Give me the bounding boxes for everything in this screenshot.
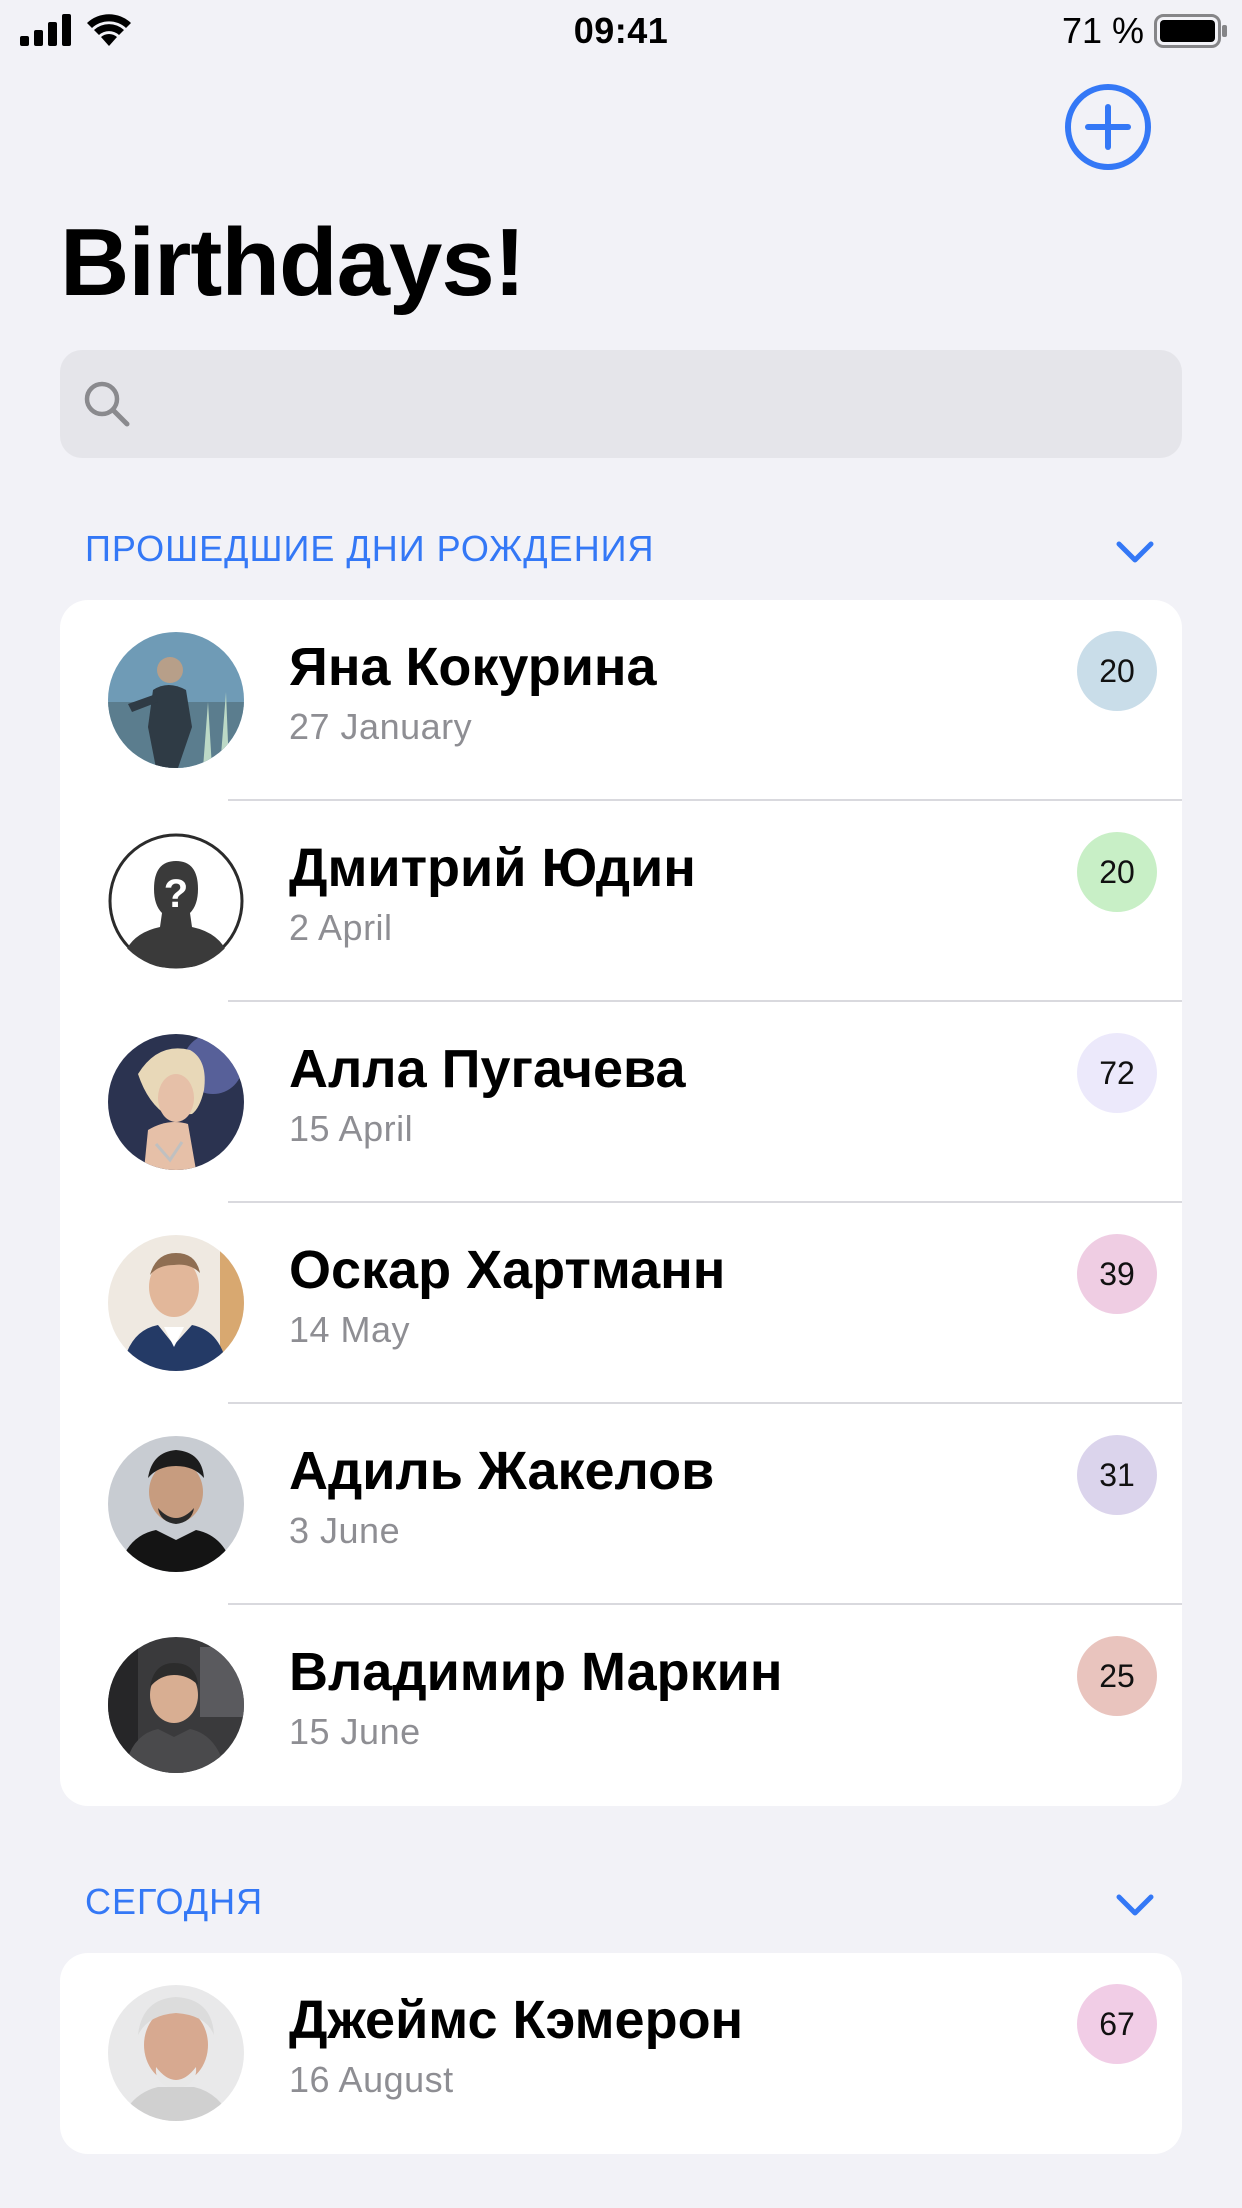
birthday-date: 15 April <box>289 1108 414 1149</box>
chevron-down-icon[interactable] <box>1113 1885 1157 1925</box>
list-item[interactable]: Оскар Хартманн 14 May 39 <box>60 1203 1182 1404</box>
contact-name: Оскар Хартманн <box>289 1240 726 1300</box>
avatar <box>108 1637 244 1773</box>
contact-name: Джеймс Кэмерон <box>289 1990 744 2050</box>
list-item[interactable]: Адиль Жакелов 3 June 31 <box>60 1404 1182 1605</box>
list-item[interactable]: Яна Кокурина 27 January 20 <box>60 600 1182 801</box>
age-badge: 72 <box>1077 1033 1157 1113</box>
contact-name: Адиль Жакелов <box>289 1441 715 1501</box>
page-title: Birthdays! <box>60 209 526 316</box>
contact-name: Яна Кокурина <box>289 637 657 697</box>
chevron-down-icon[interactable] <box>1113 532 1157 572</box>
section-header-today[interactable]: СЕГОДНЯ <box>85 1873 1157 1933</box>
list-item[interactable]: ? Дмитрий Юдин 2 April 20 <box>60 801 1182 1002</box>
contact-name: Владимир Маркин <box>289 1642 783 1702</box>
unknown-person-icon: ? <box>108 833 244 969</box>
section-title: ПРОШЕДШИЕ ДНИ РОЖДЕНИЯ <box>85 528 655 569</box>
avatar <box>108 632 244 768</box>
section-header-past[interactable]: ПРОШЕДШИЕ ДНИ РОЖДЕНИЯ <box>85 520 1157 580</box>
add-birthday-button[interactable] <box>1064 83 1152 171</box>
battery-icon <box>1154 14 1227 48</box>
contact-name: Алла Пугачева <box>289 1039 686 1099</box>
status-bar: 09:41 71 % <box>0 0 1242 62</box>
plus-circle-icon <box>1065 84 1151 170</box>
past-birthdays-list: Яна Кокурина 27 January 20 ? Дмитрий Юди… <box>60 600 1182 1806</box>
today-birthdays-list: Джеймс Кэмерон 16 August 67 <box>60 1953 1182 2154</box>
list-item[interactable]: Владимир Маркин 15 June 25 <box>60 1605 1182 1806</box>
birthday-date: 3 June <box>289 1510 401 1551</box>
search-icon <box>84 381 130 427</box>
status-time: 09:41 <box>573 10 669 51</box>
birthday-date: 16 August <box>289 2059 454 2100</box>
search-input[interactable] <box>148 350 1158 458</box>
list-item[interactable]: Джеймс Кэмерон 16 August 67 <box>60 1953 1182 2154</box>
avatar <box>108 1235 244 1371</box>
birthday-date: 15 June <box>289 1711 421 1752</box>
age-badge: 20 <box>1077 832 1157 912</box>
avatar <box>108 1436 244 1572</box>
contact-name: Дмитрий Юдин <box>289 838 696 898</box>
section-title: СЕГОДНЯ <box>85 1881 264 1922</box>
age-badge: 67 <box>1077 1984 1157 2064</box>
battery-percent: 71 % <box>1061 10 1144 51</box>
age-badge: 39 <box>1077 1234 1157 1314</box>
avatar <box>108 1985 244 2121</box>
search-bar[interactable] <box>60 350 1182 458</box>
age-badge: 25 <box>1077 1636 1157 1716</box>
birthday-date: 14 May <box>289 1309 411 1350</box>
avatar <box>108 1034 244 1170</box>
avatar: ? <box>108 833 244 969</box>
age-badge: 31 <box>1077 1435 1157 1515</box>
birthday-date: 27 January <box>289 706 473 747</box>
svg-text:?: ? <box>164 872 188 916</box>
birthday-date: 2 April <box>289 907 393 948</box>
age-badge: 20 <box>1077 631 1157 711</box>
list-item[interactable]: Алла Пугачева 15 April 72 <box>60 1002 1182 1203</box>
